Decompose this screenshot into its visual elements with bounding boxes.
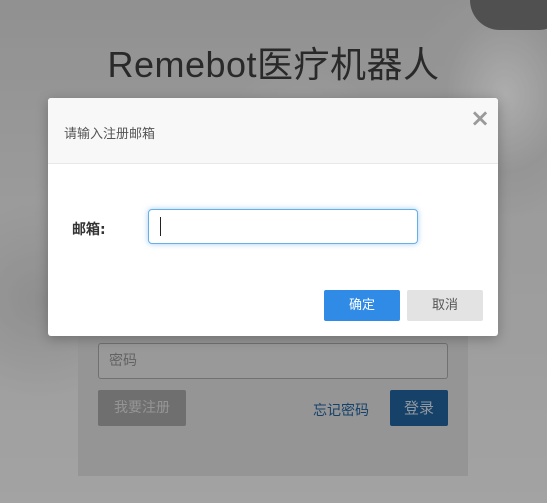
modal-header: 请输入注册邮箱 × (48, 98, 498, 164)
cancel-button[interactable]: 取消 (407, 290, 483, 321)
email-label: 邮箱: (72, 222, 106, 238)
confirm-button[interactable]: 确定 (324, 290, 400, 321)
modal-title: 请输入注册邮箱 (64, 127, 156, 142)
text-caret (160, 217, 161, 236)
close-icon[interactable]: × (468, 106, 492, 130)
email-input[interactable] (148, 209, 418, 244)
register-email-modal: 请输入注册邮箱 × 邮箱: 确定 取消 (48, 98, 498, 336)
